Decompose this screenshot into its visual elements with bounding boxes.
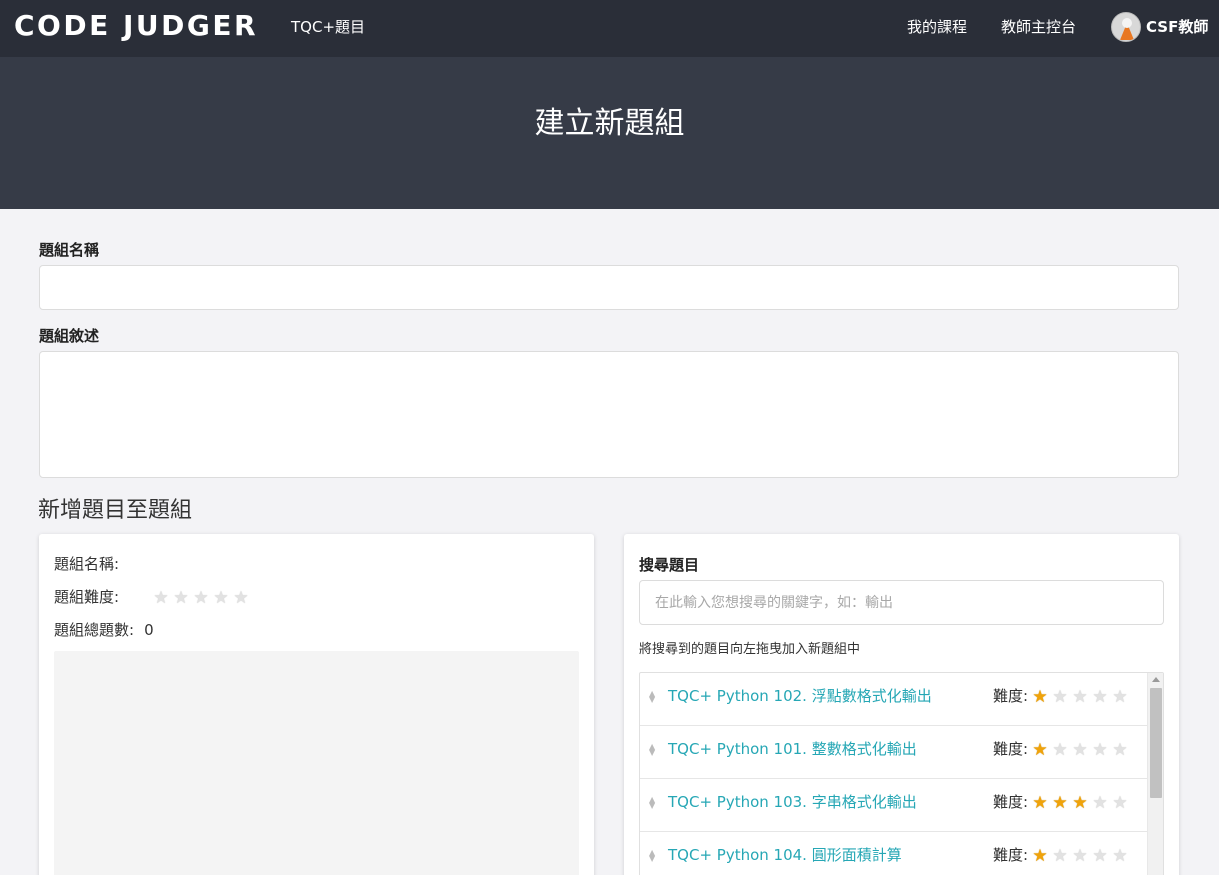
nav-teacher-console-link[interactable]: 教師主控台 xyxy=(1001,17,1076,37)
search-questions-panel: 搜尋題目 將搜尋到的題目向左拖曳加入新題組中 ▲▼ TQC+ Python 102… xyxy=(624,534,1179,875)
new-group-panel: 題組名稱: 題組難度: ★ ★ ★ ★ ★ 題組總題數: 0 xyxy=(39,534,594,875)
star-icon: ★ xyxy=(1032,846,1048,866)
question-title-link[interactable]: TQC+ Python 101. 整數格式化輸出 xyxy=(668,739,917,759)
question-drop-zone[interactable] xyxy=(54,651,579,875)
group-difficulty-stars: ★ ★ ★ ★ ★ xyxy=(151,588,251,608)
user-avatar-icon xyxy=(1111,12,1141,42)
question-difficulty-label: 難度: xyxy=(993,740,1029,758)
nav-my-courses-link[interactable]: 我的課程 xyxy=(907,17,967,37)
star-icon: ★ xyxy=(173,588,189,608)
star-icon: ★ xyxy=(1112,793,1128,813)
drag-handle-icon[interactable]: ▲ ▼ xyxy=(649,849,659,863)
star-icon: ★ xyxy=(233,588,249,608)
question-row[interactable]: ▲ ▼ TQC+ Python 102. 浮點數格式化輸出 難度: ★ ★ ★ ★ ★ xyxy=(640,673,1148,726)
top-navbar: CODE JUDGER TQC+題目 我的課程 教師主控台 CSF教師 xyxy=(0,0,1219,57)
search-results-list: ▲ ▼ TQC+ Python 102. 浮點數格式化輸出 難度: ★ ★ ★ ★ ★ ▲ ▼ TQC… xyxy=(639,672,1164,875)
scroll-thumb[interactable] xyxy=(1150,688,1162,798)
question-difficulty-label: 難度: xyxy=(993,687,1029,705)
question-difficulty-label: 難度: xyxy=(993,793,1029,811)
group-total-info: 題組總題數: 0 xyxy=(54,620,154,640)
search-results-items: ▲ ▼ TQC+ Python 102. 浮點數格式化輸出 難度: ★ ★ ★ ★ ★ ▲ ▼ TQC… xyxy=(640,673,1148,875)
user-name: CSF教師 xyxy=(1146,18,1209,36)
question-title-link[interactable]: TQC+ Python 104. 圓形面積計算 xyxy=(668,845,902,865)
question-difficulty-stars: ★ ★ ★ ★ ★ xyxy=(1030,740,1130,759)
group-name-label: 題組名稱 xyxy=(39,241,100,259)
add-questions-section-title: 新增題目至題組 xyxy=(38,498,193,523)
star-icon: ★ xyxy=(1092,793,1108,813)
question-difficulty-stars: ★ ★ ★ ★ ★ xyxy=(1030,793,1130,812)
group-difficulty-info: 題組難度: ★ ★ ★ ★ ★ xyxy=(54,587,294,607)
star-icon: ★ xyxy=(1072,687,1088,707)
page-title: 建立新題組 xyxy=(534,106,685,141)
question-difficulty-stars: ★ ★ ★ ★ ★ xyxy=(1030,687,1130,706)
star-icon: ★ xyxy=(1072,793,1088,813)
brand-logo[interactable]: CODE JUDGER xyxy=(14,9,258,43)
star-icon: ★ xyxy=(153,588,169,608)
star-icon: ★ xyxy=(1092,687,1108,707)
list-scrollbar[interactable] xyxy=(1147,673,1163,875)
question-row[interactable]: ▲ ▼ TQC+ Python 101. 整數格式化輸出 難度: ★ ★ ★ ★ ★ xyxy=(640,726,1148,779)
group-total-info-value: 0 xyxy=(144,621,154,639)
star-icon: ★ xyxy=(1032,740,1048,760)
nav-tqc-link[interactable]: TQC+題目 xyxy=(291,17,365,37)
star-icon: ★ xyxy=(1112,846,1128,866)
star-icon: ★ xyxy=(193,588,209,608)
search-input[interactable] xyxy=(639,580,1164,625)
question-difficulty-stars: ★ ★ ★ ★ ★ xyxy=(1030,846,1130,865)
question-difficulty-label: 難度: xyxy=(993,846,1029,864)
star-icon: ★ xyxy=(1112,740,1128,760)
group-total-info-label: 題組總題數: xyxy=(54,621,135,639)
search-label: 搜尋題目 xyxy=(639,556,700,574)
drag-hint: 將搜尋到的題目向左拖曳加入新題組中 xyxy=(639,642,861,657)
question-title-link[interactable]: TQC+ Python 103. 字串格式化輸出 xyxy=(668,792,917,812)
star-icon: ★ xyxy=(1092,740,1108,760)
star-icon: ★ xyxy=(213,588,229,608)
question-title-link[interactable]: TQC+ Python 102. 浮點數格式化輸出 xyxy=(668,686,932,706)
star-icon: ★ xyxy=(1072,740,1088,760)
scroll-up-arrow-icon[interactable] xyxy=(1152,677,1160,682)
drag-handle-icon[interactable]: ▲ ▼ xyxy=(649,743,659,757)
group-name-info: 題組名稱: xyxy=(54,554,129,574)
question-row[interactable]: ▲ ▼ TQC+ Python 104. 圓形面積計算 難度: ★ ★ ★ ★ ★ xyxy=(640,832,1148,875)
star-icon: ★ xyxy=(1052,687,1068,707)
star-icon: ★ xyxy=(1032,687,1048,707)
question-row[interactable]: ▲ ▼ TQC+ Python 103. 字串格式化輸出 難度: ★ ★ ★ ★ ★ xyxy=(640,779,1148,832)
group-description-textarea[interactable] xyxy=(39,351,1179,478)
star-icon: ★ xyxy=(1092,846,1108,866)
star-icon: ★ xyxy=(1112,687,1128,707)
star-icon: ★ xyxy=(1052,846,1068,866)
star-icon: ★ xyxy=(1052,793,1068,813)
drag-handle-icon[interactable]: ▲ ▼ xyxy=(649,690,659,704)
group-name-input[interactable] xyxy=(39,265,1179,310)
star-icon: ★ xyxy=(1032,793,1048,813)
page-header: 建立新題組 xyxy=(0,57,1219,209)
drag-handle-icon[interactable]: ▲ ▼ xyxy=(649,796,659,810)
star-icon: ★ xyxy=(1052,740,1068,760)
star-icon: ★ xyxy=(1072,846,1088,866)
group-name-info-label: 題組名稱: xyxy=(54,555,120,573)
group-difficulty-info-label: 題組難度: xyxy=(54,588,120,606)
group-description-label: 題組敘述 xyxy=(39,327,100,345)
